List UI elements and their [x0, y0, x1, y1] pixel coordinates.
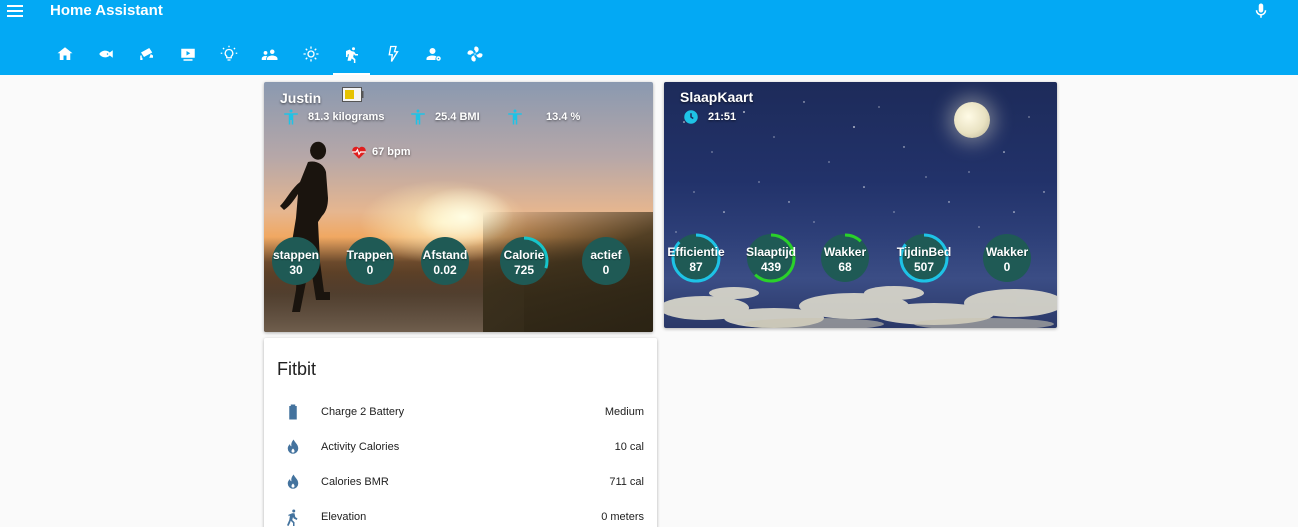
tab-fish[interactable] [85, 40, 126, 75]
heart-stat[interactable]: 67 bpm [350, 143, 411, 161]
run-icon [345, 47, 358, 63]
clock-icon [684, 110, 698, 124]
entity-name: Calories BMR [321, 475, 389, 488]
gauge-label: Slaaptijd [745, 245, 796, 259]
entity-state: Medium [604, 405, 644, 418]
tab-youtube[interactable] [167, 40, 208, 75]
gauge-value: 0 [1003, 260, 1011, 274]
entity-name: Charge 2 Battery [321, 405, 405, 418]
cctv-icon [139, 48, 153, 60]
entity-state: 0 meters [601, 510, 644, 523]
flash-icon [387, 45, 399, 62]
gauge-value: 507 [913, 260, 935, 274]
gauge-tijdinbed[interactable]: TijdinBed 507 [897, 232, 951, 284]
youtube-icon [180, 48, 195, 61]
app-header: Home Assistant [0, 0, 1298, 75]
gauge-label: Wakker [823, 245, 867, 259]
account-multiple-icon [261, 49, 277, 60]
fat-stat[interactable]: 13.4 % [506, 108, 580, 126]
tab-people[interactable] [249, 40, 290, 75]
gauge-label: Afstand [422, 248, 468, 262]
gauge-trappen[interactable]: Trappen 0 [344, 235, 396, 287]
human-icon [284, 109, 298, 125]
gauge-actief[interactable]: actief 0 [580, 235, 632, 287]
slaap-card: SlaapKaart 21:51 Efficientie 87 Slaaptij… [664, 82, 1057, 328]
card-title: Fitbit [277, 359, 317, 379]
tab-home[interactable] [44, 40, 85, 75]
app-title: Home Assistant [50, 2, 163, 19]
entity-state: 10 cal [614, 440, 644, 453]
weight-value: 81.3 kilograms [308, 111, 385, 123]
entity-row-battery[interactable]: Charge 2 Battery Medium [264, 394, 657, 429]
microphone-icon[interactable] [1252, 1, 1270, 21]
fire-icon [287, 439, 299, 454]
gauge-label: stappen [272, 248, 319, 262]
gauge-value: 0.02 [433, 263, 457, 277]
fitbit-card: Fitbit Charge 2 Battery Medium Activity … [264, 338, 657, 527]
gauge-label: Trappen [346, 248, 394, 262]
gauge-label: actief [590, 248, 622, 262]
tab-account-settings[interactable] [413, 40, 454, 75]
fan-icon [467, 46, 482, 62]
heart-pulse-icon [352, 146, 366, 159]
entity-state: 711 cal [609, 475, 644, 488]
gauge-stappen[interactable]: stappen 30 [270, 235, 322, 287]
gauge-wakker-count[interactable]: Wakker 0 [981, 232, 1033, 284]
gauge-wakker[interactable]: Wakker 68 [819, 232, 871, 284]
human-icon [411, 109, 425, 125]
gauge-value: 0 [366, 263, 374, 277]
card-title: Justin [280, 90, 322, 106]
battery-icon [342, 87, 364, 102]
justin-card: Justin 81.3 kilograms 25.4 BMI 13.4 % 67… [264, 82, 653, 332]
menu-icon[interactable] [6, 2, 24, 20]
human-icon [508, 109, 522, 125]
walk-icon [287, 509, 298, 526]
bedtime-stat[interactable]: 21:51 [682, 108, 736, 126]
card-title: SlaapKaart [680, 89, 754, 105]
account-settings-icon [426, 48, 441, 61]
entity-row-calories-bmr[interactable]: Calories BMR 711 cal [264, 464, 657, 499]
entity-name: Activity Calories [321, 440, 400, 453]
entity-name: Elevation [321, 510, 367, 523]
gauge-value: 439 [760, 260, 782, 274]
brightness-icon [303, 46, 318, 62]
view-tabs [44, 40, 495, 75]
runner-silhouette [280, 141, 330, 312]
entity-row-activity-calories[interactable]: Activity Calories 10 cal [264, 429, 657, 464]
tab-cctv[interactable] [126, 40, 167, 75]
gauge-value: 725 [513, 263, 535, 277]
gauge-afstand[interactable]: Afstand 0.02 [419, 235, 471, 287]
heart-value: 67 bpm [372, 146, 411, 158]
gauge-label: TijdinBed [896, 245, 952, 259]
weight-stat[interactable]: 81.3 kilograms [282, 108, 384, 126]
tab-brightness[interactable] [290, 40, 331, 75]
gauge-label: Calorie [503, 248, 545, 262]
tab-run[interactable] [331, 40, 372, 75]
lightbulb-icon [220, 45, 237, 61]
gauge-efficientie[interactable]: Efficientie 87 [667, 232, 725, 284]
gauge-slaaptijd[interactable]: Slaaptijd 439 [745, 232, 797, 284]
gauge-value: 68 [838, 260, 852, 274]
tab-fan[interactable] [454, 40, 495, 75]
gauge-label: Efficientie [667, 245, 725, 259]
gauge-value: 30 [289, 263, 303, 277]
moon-image [954, 102, 990, 138]
fish-icon [98, 50, 113, 58]
gauge-calorie[interactable]: Calorie 725 [498, 235, 550, 287]
fat-value: 13.4 % [546, 111, 581, 123]
bmi-value: 25.4 BMI [435, 111, 480, 123]
fire-icon [287, 474, 299, 489]
home-icon [57, 47, 72, 60]
gauge-label: Wakker [985, 245, 1029, 259]
bedtime-value: 21:51 [708, 111, 737, 123]
tab-flash[interactable] [372, 40, 413, 75]
entity-row-elevation[interactable]: Elevation 0 meters [264, 499, 657, 527]
bmi-stat[interactable]: 25.4 BMI [409, 108, 480, 126]
gauge-value: 87 [689, 260, 703, 274]
tab-lightbulb[interactable] [208, 40, 249, 75]
battery-icon [289, 404, 297, 419]
gauge-value: 0 [602, 263, 610, 277]
